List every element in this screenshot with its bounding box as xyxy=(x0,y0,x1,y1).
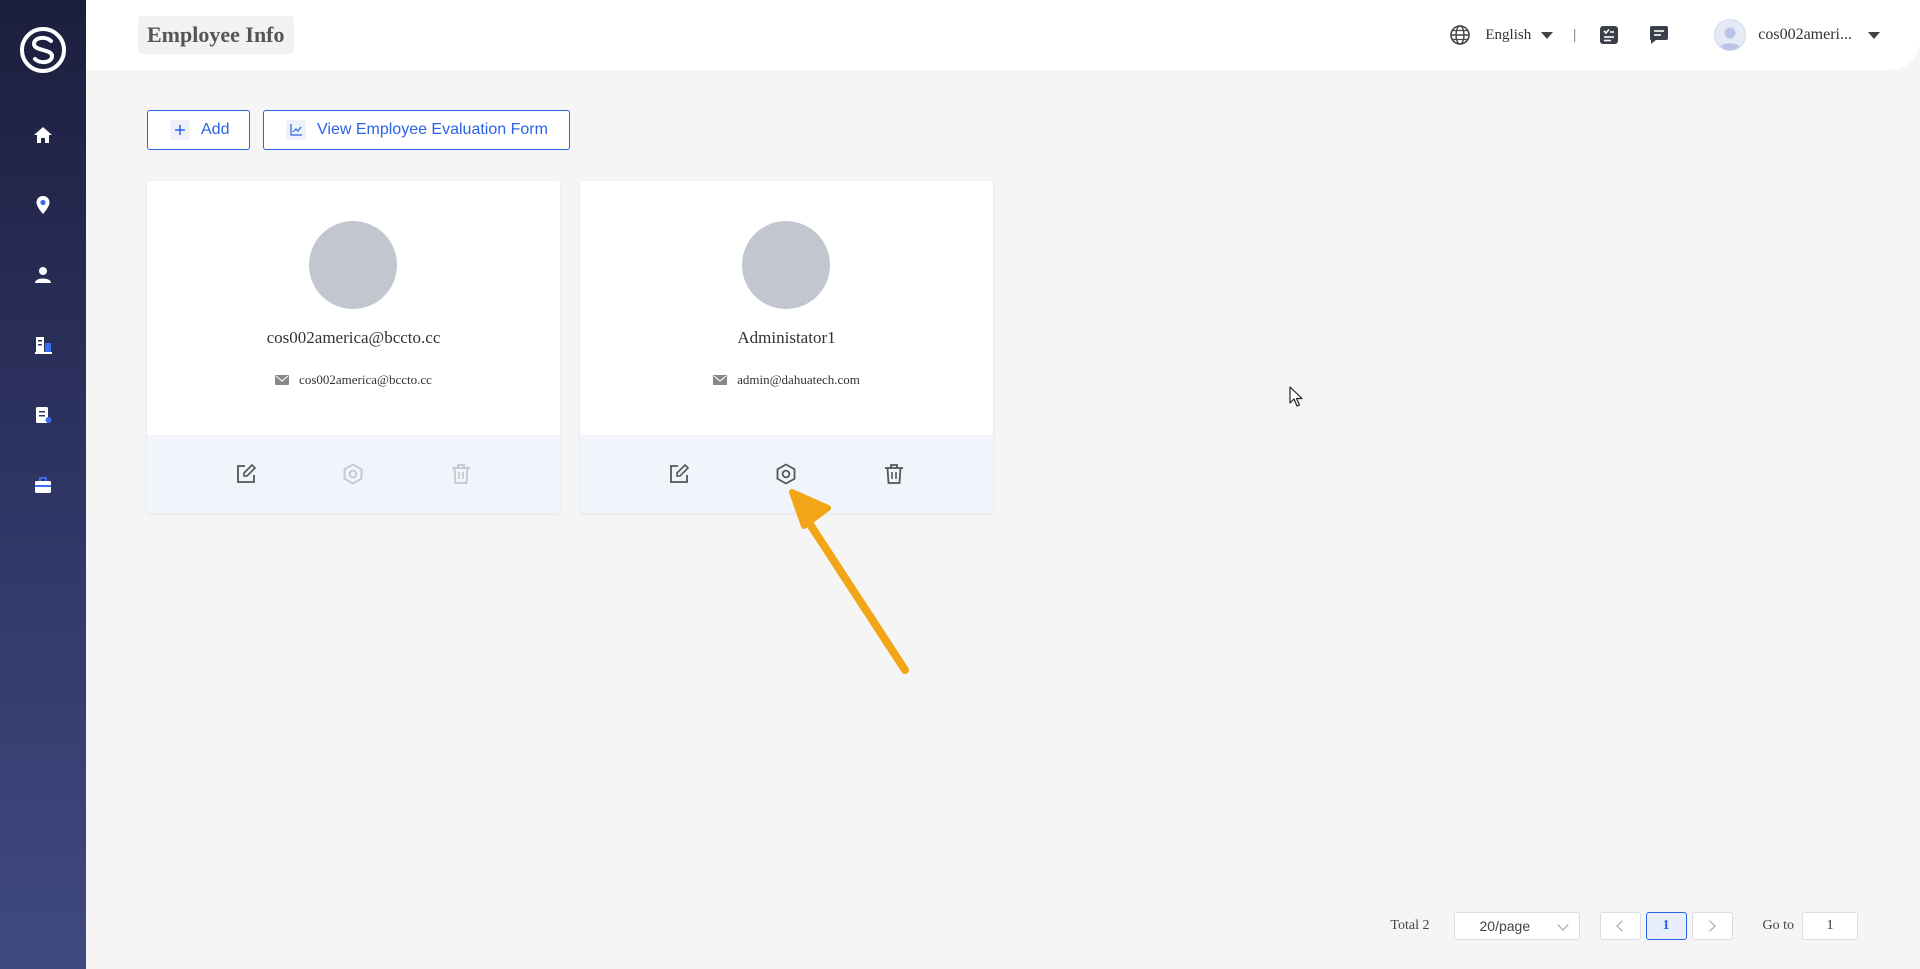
goto-label: Go to xyxy=(1762,918,1795,933)
globe-icon[interactable] xyxy=(1449,24,1471,46)
goto-page-input[interactable] xyxy=(1802,912,1858,940)
message-icon[interactable] xyxy=(1648,24,1670,46)
employee-name: cos002america@bccto.cc xyxy=(266,328,441,347)
add-button-label: Add xyxy=(201,121,230,138)
app-logo-icon[interactable] xyxy=(18,25,68,75)
employee-card: cos002america@bccto.cc cos002america@bcc… xyxy=(147,181,560,513)
edit-button[interactable] xyxy=(233,461,259,487)
settings-icon xyxy=(777,463,796,485)
employee-name: Administator1 xyxy=(737,328,836,347)
chevron-down-icon xyxy=(1556,919,1569,931)
location-pin-icon xyxy=(36,196,50,214)
user-avatar[interactable] xyxy=(1714,19,1747,51)
task-list-icon[interactable] xyxy=(1598,24,1620,46)
page-size-value: 20/page xyxy=(1479,918,1531,934)
edit-icon xyxy=(669,463,689,483)
report-icon xyxy=(36,407,52,423)
mouse-cursor-icon xyxy=(1289,386,1303,407)
sidebar-item-toolbox[interactable] xyxy=(0,460,86,510)
page-title: Employee Info xyxy=(138,16,294,54)
header-toolbar: English | cos002ameri... xyxy=(1449,18,1880,52)
employee-email-row: cos002america@bccto.cc xyxy=(147,372,560,388)
settings-button-disabled xyxy=(340,461,366,487)
settings-button[interactable] xyxy=(773,461,799,487)
header-divider: | xyxy=(1573,26,1577,43)
trash-icon xyxy=(885,464,904,484)
edit-icon xyxy=(236,463,256,483)
user-name[interactable]: cos002ameri... xyxy=(1758,26,1852,44)
sidebar xyxy=(0,0,86,969)
sidebar-item-home[interactable] xyxy=(0,110,86,160)
employee-avatar xyxy=(742,221,830,309)
view-evaluation-form-button[interactable]: View Employee Evaluation Form xyxy=(263,110,570,150)
chevron-left-icon xyxy=(1616,920,1628,932)
chevron-down-icon[interactable] xyxy=(1541,31,1554,39)
language-selector[interactable]: English xyxy=(1485,27,1531,44)
chevron-down-icon[interactable] xyxy=(1868,31,1880,39)
page-size-select[interactable]: 20/page xyxy=(1453,912,1580,940)
card-actions xyxy=(580,435,993,513)
employee-email: cos002america@bccto.cc xyxy=(299,372,432,387)
sidebar-item-employees[interactable] xyxy=(0,250,86,300)
toolbox-icon xyxy=(35,477,51,493)
user-icon xyxy=(35,267,51,283)
employee-avatar xyxy=(309,221,397,309)
employee-email-row: admin@dahuatech.com xyxy=(580,372,993,388)
sidebar-item-reports[interactable] xyxy=(0,390,86,440)
delete-button-disabled xyxy=(448,461,474,487)
delete-button[interactable] xyxy=(881,461,907,487)
plus-icon xyxy=(170,120,190,140)
prev-page-button[interactable] xyxy=(1599,912,1641,940)
page-number-current[interactable]: 1 xyxy=(1645,912,1687,940)
edit-button[interactable] xyxy=(666,461,692,487)
chart-icon xyxy=(286,120,306,140)
building-icon xyxy=(35,337,52,354)
sidebar-item-buildings[interactable] xyxy=(0,320,86,370)
trash-icon xyxy=(452,464,471,484)
employee-card: Administator1 admin@dahuatech.com xyxy=(580,181,993,513)
chevron-right-icon xyxy=(1704,920,1716,932)
settings-icon xyxy=(344,463,363,485)
pagination: Total 2 20/page 1 Go to xyxy=(1390,912,1858,940)
card-actions xyxy=(147,435,560,513)
mail-icon xyxy=(713,375,728,385)
employee-email: admin@dahuatech.com xyxy=(737,372,860,387)
mail-icon xyxy=(275,375,290,385)
top-header: Employee Info English | cos002ameri... xyxy=(86,0,1920,70)
user-silhouette-icon xyxy=(1719,27,1742,50)
next-page-button[interactable] xyxy=(1691,912,1733,940)
add-button[interactable]: Add xyxy=(147,110,250,150)
home-icon xyxy=(34,127,52,143)
sidebar-item-location[interactable] xyxy=(0,180,86,230)
total-count: Total 2 xyxy=(1390,918,1430,933)
view-evaluation-form-label: View Employee Evaluation Form xyxy=(317,121,548,138)
